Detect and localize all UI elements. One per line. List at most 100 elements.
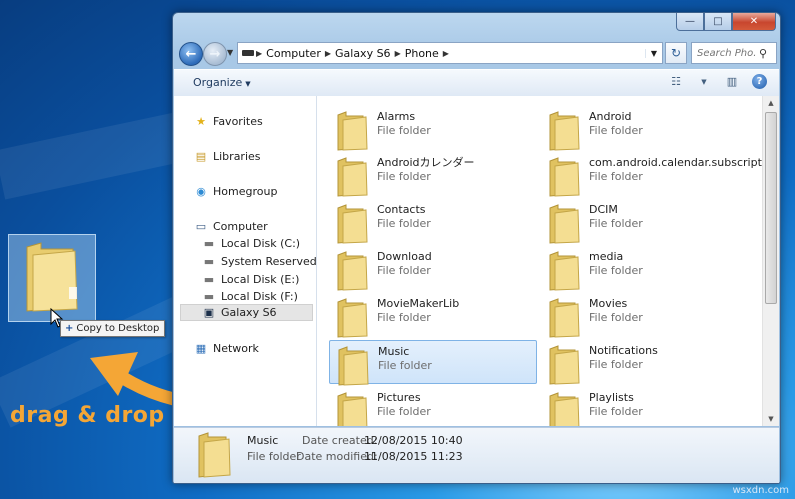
folder-icon [26,242,78,312]
folder-type: File folder [377,217,431,230]
breadcrumb-computer[interactable]: Computer [262,47,325,60]
folder-type: File folder [589,264,643,277]
address-bar[interactable]: ▶ Computer ▶ Galaxy S6 ▶ Phone ▶ ▼ [237,42,663,64]
change-view-button[interactable]: ☷ [668,75,684,89]
details-type: File folder [247,450,301,463]
folder-icon [549,298,580,338]
folder-item[interactable]: MovieMakerLib File folder [329,293,535,338]
nav-computer[interactable]: ▭ Computer [194,220,268,233]
folder-item[interactable]: Download File folder [329,246,535,291]
nav-label: Network [213,342,259,355]
explorer-window: — □ ✕ ← → ▼ ▶ Computer ▶ Galaxy S6 ▶ Pho… [172,12,781,484]
folder-item[interactable]: Movies File folder [541,293,747,338]
folder-item[interactable]: Pictures File folder [329,387,535,426]
file-list: Alarms File folder Android File folder Andro… [317,96,762,426]
folder-type: File folder [589,311,643,324]
folder-item[interactable]: Playlists File folder [541,387,747,426]
search-icon[interactable]: ⚲ [759,47,767,60]
folder-name: DCIM [589,203,618,216]
star-icon: ★ [196,115,206,128]
refresh-icon: ↻ [670,46,682,60]
folder-icon [337,157,368,197]
back-button[interactable]: ← [179,42,203,66]
folder-name: com.android.calendar.subscription.a [589,156,762,169]
folder-item[interactable]: media File folder [541,246,747,291]
nav-drive-e[interactable]: ▬ Local Disk (E:) [202,273,300,286]
forward-button[interactable]: → [203,42,227,66]
folder-type: File folder [589,124,643,137]
scroll-down-icon[interactable]: ▼ [763,412,779,426]
details-pane: Music File folder Date created: Date mod… [174,427,779,483]
copy-to-desktop-tooltip: + Copy to Desktop [60,320,166,337]
folder-type: File folder [589,170,643,183]
folder-name: media [589,250,624,263]
hard-drive-icon: ▬ [203,237,215,250]
folder-item[interactable]: com.android.calendar.subscription.aFile … [541,152,762,197]
breadcrumb-galaxy-s6[interactable]: Galaxy S6 [331,47,395,60]
folder-type: File folder [377,405,431,418]
nav-label: Galaxy S6 [221,306,277,319]
folder-name: Alarms [377,110,416,123]
preview-pane-button[interactable]: ▥ [724,75,740,89]
recent-pages-dropdown[interactable]: ▼ [227,48,233,57]
nav-homegroup[interactable]: ◉ Homegroup [194,185,277,198]
chevron-right-icon[interactable]: ▶ [443,49,449,58]
nav-drive-f[interactable]: ▬ Local Disk (F:) [202,290,298,303]
folder-name: Notifications [589,344,658,357]
address-dropdown-button[interactable]: ▼ [645,48,662,58]
hard-drive-icon: ▬ [203,255,215,268]
folder-icon [549,157,580,197]
search-box[interactable]: ⚲ [691,42,777,64]
network-icon: ▦ [195,342,207,355]
navigation-bar: ← → ▼ ▶ Computer ▶ Galaxy S6 ▶ Phone ▶ ▼… [179,41,777,66]
folder-icon [198,432,231,478]
nav-galaxy-s6[interactable]: ▣ Galaxy S6 [180,304,313,321]
nav-label: Favorites [213,115,263,128]
command-bar: Organize ▼ ☷ ▼ ▥ ? [174,69,779,97]
vertical-scrollbar[interactable]: ▲ ▼ [762,96,779,426]
watermark: wsxdn.com [732,485,789,496]
nav-label: Local Disk (F:) [221,290,298,303]
computer-icon: ▭ [195,220,207,233]
folder-icon [549,204,580,244]
folder-item[interactable]: Music File folder [329,340,537,386]
folder-item[interactable]: Alarms File folder [329,106,535,151]
search-input[interactable] [692,46,759,60]
organize-menu[interactable]: Organize ▼ [193,76,251,89]
phone-device-icon: ▣ [203,306,215,319]
forward-arrow-icon: → [209,46,221,62]
folder-type: File folder [377,124,431,137]
folder-name: Androidカレンダー [377,156,475,169]
nav-network[interactable]: ▦ Network [194,342,259,355]
tooltip-text: Copy to Desktop [76,323,160,334]
maximize-button[interactable]: □ [704,13,732,31]
caption-buttons: — □ ✕ [676,13,776,31]
folder-item[interactable]: Android File folder [541,106,747,151]
nav-drive-c[interactable]: ▬ Local Disk (C:) [202,237,300,250]
folder-name: Download [377,250,432,263]
back-arrow-icon: ← [185,46,197,62]
folder-item[interactable]: Contacts File folder [329,199,535,244]
scroll-up-icon[interactable]: ▲ [763,96,779,110]
minimize-button[interactable]: — [676,13,704,31]
preview-pane-icon: ▥ [726,75,738,88]
scroll-thumb[interactable] [765,112,777,304]
organize-label: Organize [193,76,243,89]
refresh-button[interactable]: ↻ [665,42,687,64]
folder-item[interactable]: Notifications File folder [541,340,747,385]
nav-favorites[interactable]: ★ Favorites [194,115,263,128]
nav-libraries[interactable]: ▤ Libraries [194,150,261,163]
folder-name: Contacts [377,203,426,216]
view-dropdown-button[interactable]: ▼ [696,75,712,89]
breadcrumb-phone[interactable]: Phone [401,47,443,60]
date-created-value: 12/08/2015 10:40 [364,434,463,447]
folder-type: File folder [589,405,643,418]
nav-label: Local Disk (C:) [221,237,301,250]
help-button[interactable]: ? [752,74,767,89]
folder-name: Pictures [377,391,421,404]
folder-item[interactable]: Androidカレンダー File folder [329,152,535,197]
chevron-down-icon: ▼ [245,80,251,88]
nav-label: Homegroup [213,185,278,198]
close-button[interactable]: ✕ [732,13,776,31]
folder-item[interactable]: DCIM File folder [541,199,747,244]
